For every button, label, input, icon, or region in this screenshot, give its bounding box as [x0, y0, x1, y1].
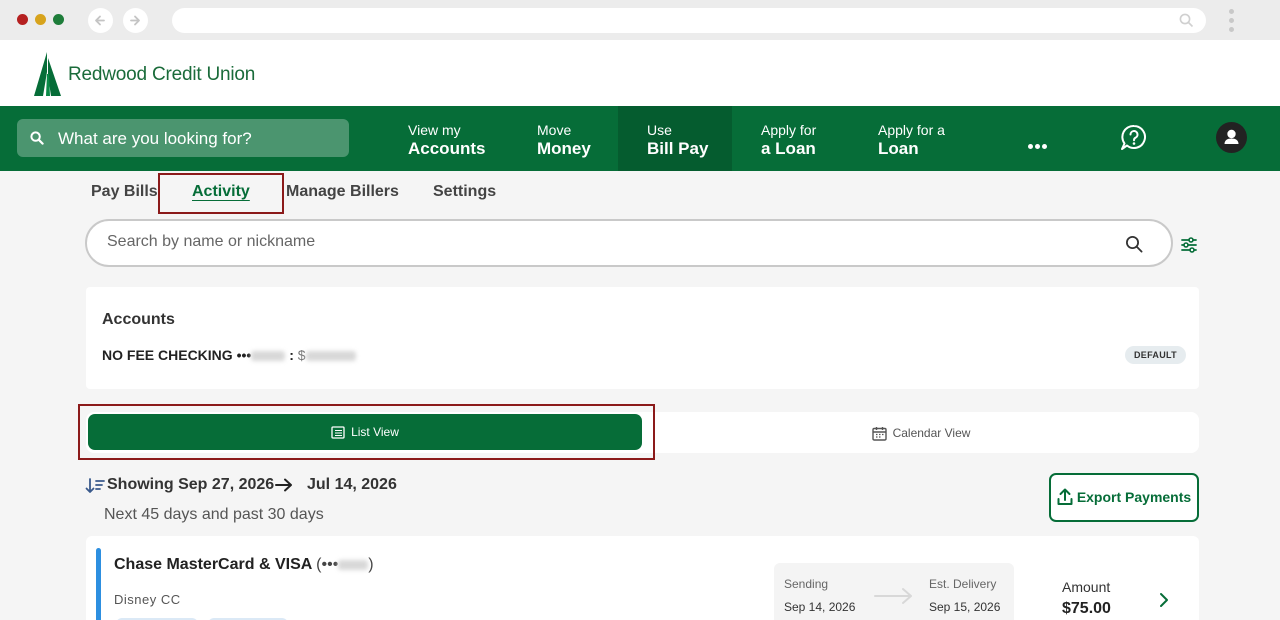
nav-item-line1: Apply for a — [878, 122, 945, 138]
minimize-window-dot[interactable] — [35, 14, 46, 25]
nav-item-line2: Bill Pay — [647, 139, 709, 158]
delivery-label: Est. Delivery — [929, 577, 997, 591]
search-icon — [30, 131, 44, 145]
nav-view-accounts[interactable]: View my Accounts — [408, 106, 485, 171]
payee-nickname: Disney CC — [114, 592, 181, 607]
date-range-start: Showing Sep 27, 2026 — [107, 476, 274, 494]
date-range-prefix: Showing — [107, 476, 174, 493]
redacted-payee-number — [338, 559, 369, 570]
forward-button[interactable] — [123, 8, 148, 33]
account-mask-prefix: ••• — [236, 347, 252, 363]
status-stripe — [96, 548, 101, 620]
date-range-subtitle: Next 45 days and past 30 days — [104, 506, 324, 523]
nav-item-line2: Money — [537, 139, 591, 158]
delivery-date: Sep 15, 2026 — [929, 600, 1001, 614]
sending-date: Sep 14, 2026 — [784, 600, 856, 614]
back-button[interactable] — [88, 8, 113, 33]
nav-move-money[interactable]: Move Money — [537, 106, 591, 171]
arrow-right-icon — [130, 15, 140, 26]
nav-apply-for-a-loan[interactable]: Apply for a Loan — [878, 106, 945, 171]
close-window-dot[interactable] — [17, 14, 28, 25]
main-nav: What are you looking for? View my Accoun… — [0, 106, 1280, 171]
browser-menu-icon[interactable] — [1229, 9, 1237, 36]
nav-item-line2: a Loan — [761, 139, 816, 158]
more-menu-icon[interactable] — [1028, 136, 1049, 154]
highlight-annotation-activity — [158, 173, 284, 214]
account-currency: $ — [297, 347, 306, 363]
nav-apply-loan[interactable]: Apply for a Loan — [761, 106, 816, 171]
user-icon — [1224, 129, 1239, 144]
redwood-tree-logo-icon[interactable] — [34, 52, 62, 96]
tab-manage-billers[interactable]: Manage Billers — [286, 183, 399, 201]
export-payments-label: Export Payments — [1076, 489, 1192, 505]
amount-value: $75.00 — [1062, 600, 1111, 617]
arrow-right-icon — [275, 478, 292, 492]
sort-descending-icon[interactable] — [85, 478, 105, 494]
payee-name: Chase MasterCard & VISA (•••) — [114, 556, 374, 574]
nav-item-line1: View my — [408, 122, 461, 138]
delivery-timeline: Sending Sep 14, 2026 Est. Delivery Sep 1… — [774, 563, 1014, 620]
calendar-view-label: Calendar View — [892, 426, 971, 440]
site-search-placeholder: What are you looking for? — [58, 129, 252, 148]
nav-item-line1: Move — [537, 122, 572, 138]
amount-label: Amount — [1062, 579, 1111, 595]
date-range-end: Jul 14, 2026 — [307, 476, 397, 493]
filter-settings-icon[interactable] — [1180, 236, 1198, 254]
accounts-title: Accounts — [102, 311, 175, 328]
payee-name-text: Chase MasterCard & VISA — [114, 556, 312, 573]
nav-item-line2: Loan — [878, 139, 919, 158]
account-separator: : — [289, 347, 294, 363]
payee-mask-close: ) — [368, 556, 374, 573]
payment-card[interactable]: Chase MasterCard & VISA (•••) Disney CC … — [86, 536, 1199, 620]
sending-label: Sending — [784, 577, 829, 591]
search-icon[interactable] — [1125, 235, 1143, 253]
payee-mask-open: (••• — [316, 556, 339, 573]
nav-item-line1: Apply for — [761, 122, 817, 138]
maximize-window-dot[interactable] — [53, 14, 64, 25]
accounts-card: Accounts NO FEE CHECKING ••• : $ DEFAULT — [86, 287, 1199, 389]
chevron-right-icon[interactable] — [1158, 592, 1170, 608]
profile-avatar[interactable] — [1216, 122, 1247, 153]
nav-item-line2: Accounts — [408, 139, 486, 158]
help-chat-icon[interactable] — [1119, 123, 1149, 153]
redacted-account-number — [251, 351, 286, 362]
brand-name[interactable]: Redwood Credit Union — [68, 64, 255, 86]
highlight-annotation-list-view — [78, 404, 655, 460]
tab-pay-bills[interactable]: Pay Bills — [91, 183, 158, 201]
address-bar[interactable] — [172, 8, 1206, 33]
calendar-icon — [871, 427, 887, 442]
nav-item-line1: Use — [647, 122, 672, 138]
browser-chrome — [0, 0, 1280, 40]
search-icon — [1179, 13, 1194, 28]
site-search-input[interactable]: What are you looking for? — [17, 119, 349, 157]
date-range-start-value: Sep 27, 2026 — [178, 476, 275, 493]
default-badge: DEFAULT — [1125, 346, 1186, 364]
biller-search-input[interactable] — [107, 233, 1087, 251]
logo-bar: Redwood Credit Union — [0, 40, 1280, 106]
account-name: NO FEE CHECKING — [102, 347, 233, 363]
arrow-left-icon — [95, 15, 105, 26]
account-row[interactable]: NO FEE CHECKING ••• : $ — [102, 347, 356, 363]
redacted-balance — [305, 351, 356, 362]
biller-search-box — [85, 219, 1173, 267]
export-payments-button[interactable]: Export Payments — [1049, 473, 1199, 522]
tab-settings[interactable]: Settings — [433, 183, 496, 201]
arrow-right-icon — [874, 588, 912, 604]
nav-bill-pay[interactable]: Use Bill Pay — [618, 106, 732, 171]
upload-icon — [1057, 488, 1073, 505]
calendar-view-button[interactable]: Calendar View — [646, 414, 1196, 450]
